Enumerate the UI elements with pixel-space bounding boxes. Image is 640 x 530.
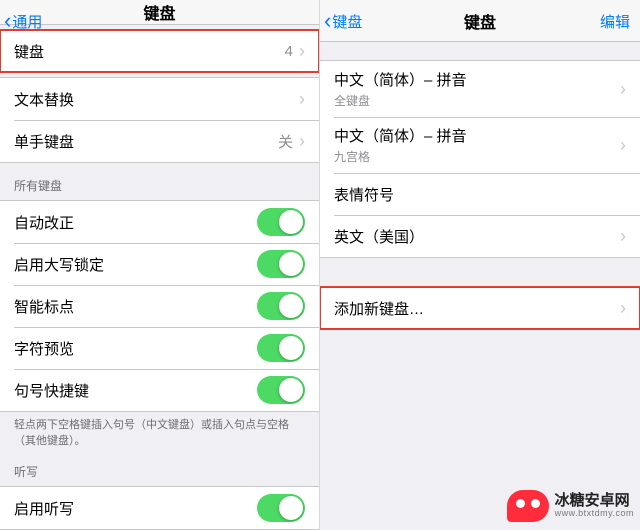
enable-dictation-row[interactable]: 启用听写 bbox=[0, 487, 319, 529]
period-shortcut-footer: 轻点两下空格键插入句号（中文键盘）或插入句点与空格（其他键盘）。 bbox=[0, 412, 319, 459]
keyboard-item-label: 英文（美国） bbox=[334, 226, 424, 247]
keyboard-item-label: 中文（简体）– 拼音 bbox=[334, 69, 467, 90]
auto-correct-toggle[interactable] bbox=[257, 208, 305, 236]
auto-correct-row[interactable]: 自动改正 bbox=[0, 201, 319, 243]
keyboard-item-sub: 九宫格 bbox=[334, 148, 467, 165]
keyboards-label: 键盘 bbox=[14, 41, 44, 62]
keyboards-row[interactable]: 键盘 4 › bbox=[0, 30, 319, 72]
installed-keyboards-group: 中文（简体）– 拼音 全键盘 › 中文（简体）– 拼音 九宫格 › 表情符号 英… bbox=[320, 60, 640, 258]
watermark-title: 冰糖安卓网 bbox=[555, 493, 634, 510]
enable-dictation-label: 启用听写 bbox=[14, 498, 74, 519]
keyboard-item-emoji[interactable]: 表情符号 bbox=[320, 173, 640, 215]
section-all-keyboards: 所有键盘 bbox=[0, 163, 319, 200]
keyboard-item[interactable]: 中文（简体）– 拼音 九宫格 › bbox=[320, 117, 640, 173]
one-handed-value: 关 bbox=[278, 131, 293, 152]
keyboard-item-label: 中文（简体）– 拼音 bbox=[334, 125, 467, 146]
watermark-logo-icon bbox=[507, 490, 549, 522]
char-preview-row[interactable]: 字符预览 bbox=[0, 327, 319, 369]
chevron-left-icon: ‹ bbox=[4, 10, 11, 32]
char-preview-label: 字符预览 bbox=[14, 338, 74, 359]
period-shortcut-row[interactable]: 句号快捷键 bbox=[0, 369, 319, 411]
navbar-left: ‹ 通用 键盘 bbox=[0, 0, 319, 25]
chevron-right-icon: › bbox=[299, 132, 305, 150]
char-preview-toggle[interactable] bbox=[257, 334, 305, 362]
one-handed-label: 单手键盘 bbox=[14, 131, 74, 152]
chevron-right-icon: › bbox=[620, 136, 626, 154]
back-label: 通用 bbox=[12, 11, 42, 32]
caps-lock-row[interactable]: 启用大写锁定 bbox=[0, 243, 319, 285]
period-shortcut-label: 句号快捷键 bbox=[14, 380, 89, 401]
watermark-url: www.btxtdmy.com bbox=[555, 509, 634, 519]
chevron-right-icon: › bbox=[299, 90, 305, 108]
keyboard-item-sub: 全键盘 bbox=[334, 92, 467, 109]
chevron-right-icon: › bbox=[620, 80, 626, 98]
smart-punct-row[interactable]: 智能标点 bbox=[0, 285, 319, 327]
keyboard-item[interactable]: 中文（简体）– 拼音 全键盘 › bbox=[320, 61, 640, 117]
back-button-keyboard[interactable]: ‹ 键盘 bbox=[324, 0, 362, 42]
enable-dictation-toggle[interactable] bbox=[257, 494, 305, 522]
period-shortcut-toggle[interactable] bbox=[257, 376, 305, 404]
keyboard-item-label: 表情符号 bbox=[334, 184, 394, 205]
settings-keyboard-screen: ‹ 通用 键盘 键盘 4 › 文本替换 › 单手键盘 bbox=[0, 0, 320, 530]
chevron-right-icon: › bbox=[620, 227, 626, 245]
smart-punct-label: 智能标点 bbox=[14, 296, 74, 317]
edit-label: 编辑 bbox=[600, 11, 630, 32]
nav-title-left: 键盘 bbox=[143, 0, 175, 24]
chevron-left-icon: ‹ bbox=[324, 10, 331, 32]
caps-lock-label: 启用大写锁定 bbox=[14, 254, 104, 275]
back-label: 键盘 bbox=[332, 11, 362, 32]
text-replacement-label: 文本替换 bbox=[14, 89, 74, 110]
keyboards-count: 4 bbox=[285, 43, 293, 60]
keyboards-list-screen: ‹ 键盘 键盘 编辑 中文（简体）– 拼音 全键盘 › 中文（简体）– 拼音 九… bbox=[320, 0, 640, 530]
keyboard-item[interactable]: 英文（美国） › bbox=[320, 215, 640, 257]
add-new-keyboard-label: 添加新键盘… bbox=[334, 298, 424, 319]
edit-button[interactable]: 编辑 bbox=[600, 0, 630, 42]
watermark: 冰糖安卓网 www.btxtdmy.com bbox=[507, 490, 634, 522]
text-replacement-row[interactable]: 文本替换 › bbox=[0, 78, 319, 120]
one-handed-keyboard-row[interactable]: 单手键盘 关 › bbox=[0, 120, 319, 162]
chevron-right-icon: › bbox=[620, 299, 626, 317]
caps-lock-toggle[interactable] bbox=[257, 250, 305, 278]
section-dictation: 听写 bbox=[0, 459, 319, 486]
add-new-keyboard-row[interactable]: 添加新键盘… › bbox=[320, 287, 640, 329]
smart-punct-toggle[interactable] bbox=[257, 292, 305, 320]
auto-correct-label: 自动改正 bbox=[14, 212, 74, 233]
chevron-right-icon: › bbox=[299, 42, 305, 60]
navbar-right: ‹ 键盘 键盘 编辑 bbox=[320, 0, 640, 42]
nav-title-right: 键盘 bbox=[464, 9, 496, 33]
